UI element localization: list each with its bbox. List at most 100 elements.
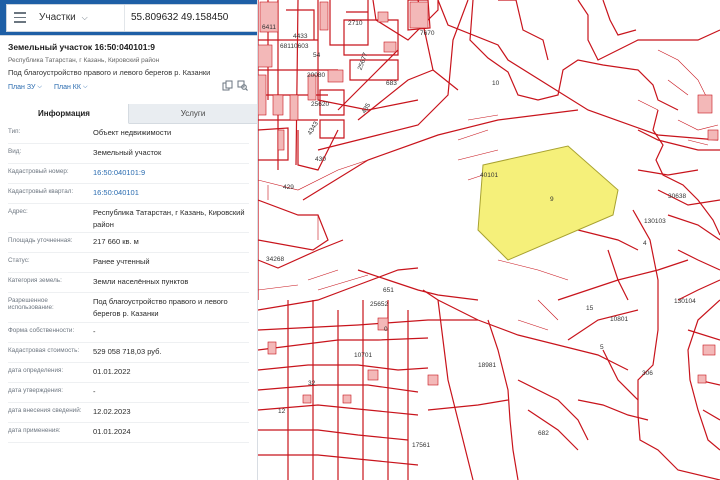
plan-kk-link[interactable]: План КК ⌵	[54, 84, 88, 91]
map-label: 25620	[311, 101, 330, 108]
info-value: -	[93, 327, 96, 336]
map-label: 682	[538, 430, 549, 437]
info-row: дата применения: 01.01.2024	[8, 423, 249, 443]
map-label: 7670	[420, 30, 435, 37]
map-label: 5	[600, 344, 604, 351]
info-row: Кадастровая стоимость: 529 058 718,03 ру…	[8, 343, 249, 363]
info-label: дата применения:	[8, 427, 61, 434]
info-label: Форма собственности:	[8, 327, 75, 334]
map-label: 10801	[610, 316, 629, 323]
info-value: 529 058 718,03 руб.	[93, 347, 162, 356]
info-panel: Участки ⌵ ✕ Земельный участок 16:50:0401…	[0, 0, 258, 480]
map-label: 2710	[348, 20, 363, 27]
info-label: Разрешенное использование:	[8, 297, 54, 311]
map-label: 17561	[412, 442, 431, 449]
search-bar: Участки ⌵ ✕	[0, 0, 257, 36]
search-input[interactable]	[125, 12, 257, 23]
search-mode-label: Участки	[39, 12, 76, 23]
cadastral-map[interactable]: 6411 4433 2710 7670 68110603 54 25677 20…	[258, 0, 720, 480]
map-label: 4	[643, 240, 647, 247]
parcel-location: Республика Татарстан, г Казань, Кировски…	[8, 57, 160, 64]
tab-information[interactable]: Информация	[0, 104, 129, 124]
info-row: Категория земель: Земли населённых пункт…	[8, 273, 249, 293]
map-label: 4433	[293, 33, 308, 40]
map-label: 130103	[644, 218, 666, 225]
cadastral-quarter-link[interactable]: 16:50:040101	[93, 184, 249, 203]
info-label: Кадастровый квартал:	[8, 188, 74, 195]
info-row: Адрес: Республика Татарстан, г Казань, К…	[8, 204, 249, 233]
info-table: Тип: Объект недвижимости Вид: Земельный …	[0, 124, 257, 443]
info-value: Под благоустройство правого и левого бер…	[93, 297, 228, 318]
info-row: Площадь уточненная: 217 660 кв. м	[8, 233, 249, 253]
info-row: Статус: Ранее учтенный	[8, 253, 249, 273]
info-row: Вид: Земельный участок	[8, 144, 249, 164]
map-label: 15	[586, 305, 594, 312]
map-label: 9	[550, 196, 554, 203]
selected-parcel[interactable]	[477, 145, 619, 261]
info-row: Тип: Объект недвижимости	[8, 124, 249, 144]
info-value: Земли населённых пунктов	[93, 277, 189, 286]
info-row: дата внесения сведений: 12.02.2023	[8, 403, 249, 423]
copy-icon[interactable]	[222, 80, 233, 91]
plan-links: План ЗУ ⌵ План КК ⌵	[8, 84, 249, 91]
map-label: 34268	[266, 256, 285, 263]
info-label: Тип:	[8, 128, 21, 135]
chevron-down-icon: ⌵	[37, 84, 42, 90]
map-label: 68110603	[280, 43, 309, 50]
map-label: 25652	[370, 301, 389, 308]
plan-zu-link[interactable]: План ЗУ ⌵	[8, 84, 42, 91]
map-label: 10	[492, 80, 500, 87]
info-label: Кадастровый номер:	[8, 168, 69, 175]
plan-link-label: План ЗУ	[8, 84, 36, 91]
map-label: 306	[642, 370, 653, 377]
info-value: Ранее учтенный	[93, 257, 150, 266]
map-label: 18981	[478, 362, 497, 369]
map-label: 32	[308, 380, 316, 387]
chevron-down-icon: ⌵	[82, 84, 88, 90]
info-label: Категория земель:	[8, 277, 62, 284]
info-value: Объект недвижимости	[93, 128, 172, 137]
map-label: 430	[315, 156, 326, 163]
map-label: 6411	[262, 24, 276, 31]
info-value: Земельный участок	[93, 148, 162, 157]
info-label: Адрес:	[8, 208, 28, 215]
cadastral-number-link[interactable]: 16:50:040101:9	[93, 164, 249, 183]
map-label: 130104	[674, 298, 696, 305]
info-label: дата утверждения:	[8, 387, 63, 394]
map-label: 651	[383, 287, 394, 294]
search-mode-select[interactable]: Участки ⌵	[33, 4, 125, 31]
info-label: Вид:	[8, 148, 22, 155]
info-label: Кадастровая стоимость:	[8, 347, 80, 354]
info-value: 12.02.2023	[93, 407, 131, 416]
parcel-header: Земельный участок 16:50:040101:9 Республ…	[0, 36, 257, 96]
info-row: Кадастровый квартал: 16:50:040101	[8, 184, 249, 204]
tab-services[interactable]: Услуги	[129, 104, 257, 124]
info-row: дата утверждения: -	[8, 383, 249, 403]
info-value: -	[93, 387, 96, 396]
plan-link-label: План КК	[53, 84, 81, 91]
map-label: 683	[386, 80, 397, 87]
info-row: Кадастровый номер: 16:50:040101:9	[8, 164, 249, 184]
map-canvas[interactable]	[258, 0, 720, 480]
info-row: Форма собственности: -	[8, 323, 249, 343]
info-value: 01.01.2022	[93, 367, 131, 376]
info-value: 01.01.2024	[93, 427, 131, 436]
parcel-title: Земельный участок 16:50:040101:9	[8, 42, 156, 52]
info-value: 217 660 кв. м	[93, 237, 139, 246]
menu-icon[interactable]	[7, 5, 33, 31]
map-label: 40101	[480, 172, 499, 179]
zoom-to-object-icon[interactable]	[237, 80, 248, 91]
parcel-purpose: Под благоустройство правого и левого бер…	[8, 68, 211, 77]
chevron-down-icon: ⌵	[81, 12, 88, 22]
tab-bar: Информация Услуги	[0, 104, 257, 124]
info-label: дата внесения сведений:	[8, 407, 82, 414]
map-label: 0	[384, 326, 388, 333]
map-label: 429	[283, 184, 294, 191]
info-row: дата определения: 01.01.2022	[8, 363, 249, 383]
map-label: 20080	[307, 72, 326, 79]
map-label: 12	[278, 408, 286, 415]
info-label: Статус:	[8, 257, 30, 264]
map-label: 54	[313, 52, 321, 59]
info-row: Разрешенное использование: Под благоустр…	[8, 293, 249, 323]
map-label: 10701	[354, 352, 373, 359]
